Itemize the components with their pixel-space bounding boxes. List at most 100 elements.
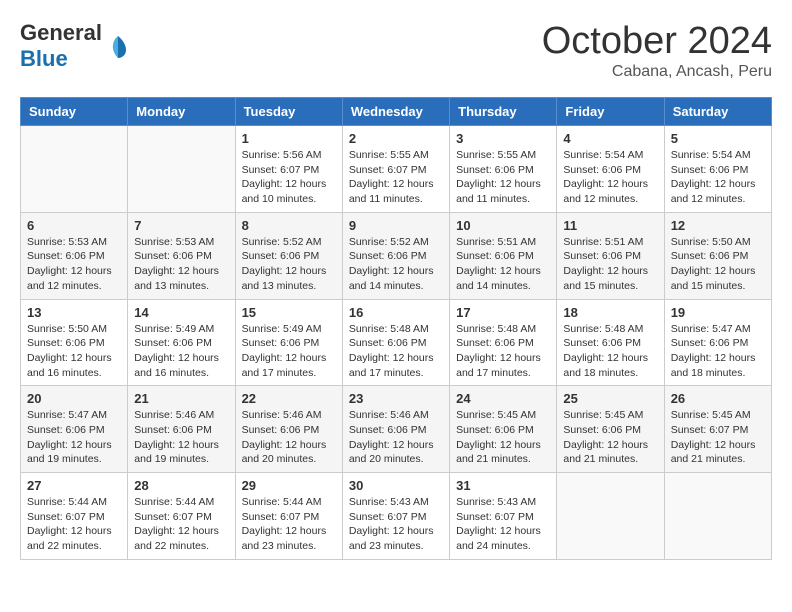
- week-row-5: 27 Sunrise: 5:44 AM Sunset: 6:07 PM Dayli…: [21, 473, 772, 560]
- calendar-cell: 12 Sunrise: 5:50 AM Sunset: 6:06 PM Dayli…: [664, 212, 771, 299]
- day-number: 27: [27, 478, 121, 493]
- day-number: 28: [134, 478, 228, 493]
- day-info: Sunrise: 5:51 AM Sunset: 6:06 PM Dayligh…: [563, 235, 657, 294]
- day-number: 4: [563, 131, 657, 146]
- day-number: 13: [27, 305, 121, 320]
- calendar-cell: 26 Sunrise: 5:45 AM Sunset: 6:07 PM Dayli…: [664, 386, 771, 473]
- day-number: 24: [456, 391, 550, 406]
- weekday-header-tuesday: Tuesday: [235, 98, 342, 126]
- calendar-cell: 20Sunrise: 5:47 AM Sunset: 6:06 PM Dayli…: [21, 386, 128, 473]
- day-number: 5: [671, 131, 765, 146]
- day-info: Sunrise: 5:44 AM Sunset: 6:07 PM Dayligh…: [27, 495, 121, 554]
- day-info: Sunrise: 5:48 AM Sunset: 6:06 PM Dayligh…: [349, 322, 443, 381]
- day-number: 2: [349, 131, 443, 146]
- calendar-cell: 18 Sunrise: 5:48 AM Sunset: 6:06 PM Dayli…: [557, 299, 664, 386]
- day-info: Sunrise: 5:49 AM Sunset: 6:06 PM Dayligh…: [134, 322, 228, 381]
- calendar-cell: 3Sunrise: 5:55 AM Sunset: 6:06 PM Daylig…: [450, 126, 557, 213]
- calendar-cell: 31 Sunrise: 5:43 AM Sunset: 6:07 PM Dayli…: [450, 473, 557, 560]
- week-row-2: 6 Sunrise: 5:53 AM Sunset: 6:06 PM Daylig…: [21, 212, 772, 299]
- day-info: Sunrise: 5:44 AM Sunset: 6:07 PM Dayligh…: [134, 495, 228, 554]
- calendar-cell: 8Sunrise: 5:52 AM Sunset: 6:06 PM Daylig…: [235, 212, 342, 299]
- calendar-cell: 16 Sunrise: 5:48 AM Sunset: 6:06 PM Dayli…: [342, 299, 449, 386]
- day-number: 26: [671, 391, 765, 406]
- calendar-cell: 7 Sunrise: 5:53 AM Sunset: 6:06 PM Daylig…: [128, 212, 235, 299]
- calendar-cell: [128, 126, 235, 213]
- day-info: Sunrise: 5:56 AM Sunset: 6:07 PM Dayligh…: [242, 148, 336, 207]
- day-number: 19: [671, 305, 765, 320]
- day-number: 16: [349, 305, 443, 320]
- day-number: 25: [563, 391, 657, 406]
- calendar-cell: [664, 473, 771, 560]
- logo-blue: Blue: [20, 46, 68, 71]
- day-number: 15: [242, 305, 336, 320]
- week-row-1: 1 Sunrise: 5:56 AM Sunset: 6:07 PM Daylig…: [21, 126, 772, 213]
- location-title: Cabana, Ancash, Peru: [542, 63, 772, 81]
- calendar-cell: 23 Sunrise: 5:46 AM Sunset: 6:06 PM Dayli…: [342, 386, 449, 473]
- day-number: 22: [242, 391, 336, 406]
- day-number: 10: [456, 218, 550, 233]
- day-number: 9: [349, 218, 443, 233]
- day-info: Sunrise: 5:46 AM Sunset: 6:06 PM Dayligh…: [242, 408, 336, 467]
- day-number: 11: [563, 218, 657, 233]
- calendar-cell: 28 Sunrise: 5:44 AM Sunset: 6:07 PM Dayli…: [128, 473, 235, 560]
- day-number: 21: [134, 391, 228, 406]
- day-number: 8: [242, 218, 336, 233]
- calendar-cell: 6 Sunrise: 5:53 AM Sunset: 6:06 PM Daylig…: [21, 212, 128, 299]
- day-info: Sunrise: 5:44 AM Sunset: 6:07 PM Dayligh…: [242, 495, 336, 554]
- day-number: 18: [563, 305, 657, 320]
- day-info: Sunrise: 5:49 AM Sunset: 6:06 PM Dayligh…: [242, 322, 336, 381]
- calendar-cell: 2 Sunrise: 5:55 AM Sunset: 6:07 PM Daylig…: [342, 126, 449, 213]
- title-block: October 2024 Cabana, Ancash, Peru: [542, 20, 772, 81]
- day-number: 23: [349, 391, 443, 406]
- day-number: 14: [134, 305, 228, 320]
- day-info: Sunrise: 5:47 AM Sunset: 6:06 PM Dayligh…: [671, 322, 765, 381]
- day-number: 1: [242, 131, 336, 146]
- calendar-cell: 29Sunrise: 5:44 AM Sunset: 6:07 PM Dayli…: [235, 473, 342, 560]
- day-info: Sunrise: 5:48 AM Sunset: 6:06 PM Dayligh…: [563, 322, 657, 381]
- day-number: 17: [456, 305, 550, 320]
- calendar-cell: 4 Sunrise: 5:54 AM Sunset: 6:06 PM Daylig…: [557, 126, 664, 213]
- calendar-table: SundayMondayTuesdayWednesdayThursdayFrid…: [20, 97, 772, 560]
- day-info: Sunrise: 5:50 AM Sunset: 6:06 PM Dayligh…: [27, 322, 121, 381]
- month-title: October 2024: [542, 20, 772, 63]
- weekday-header-monday: Monday: [128, 98, 235, 126]
- page-header: General Blue October 2024 Cabana, Ancash…: [20, 20, 772, 81]
- calendar-cell: 10Sunrise: 5:51 AM Sunset: 6:06 PM Dayli…: [450, 212, 557, 299]
- calendar-cell: 15 Sunrise: 5:49 AM Sunset: 6:06 PM Dayli…: [235, 299, 342, 386]
- week-row-4: 20Sunrise: 5:47 AM Sunset: 6:06 PM Dayli…: [21, 386, 772, 473]
- day-number: 12: [671, 218, 765, 233]
- logo-icon: [104, 32, 132, 60]
- day-info: Sunrise: 5:47 AM Sunset: 6:06 PM Dayligh…: [27, 408, 121, 467]
- day-info: Sunrise: 5:45 AM Sunset: 6:06 PM Dayligh…: [456, 408, 550, 467]
- calendar-cell: 1 Sunrise: 5:56 AM Sunset: 6:07 PM Daylig…: [235, 126, 342, 213]
- day-number: 7: [134, 218, 228, 233]
- calendar-cell: 19 Sunrise: 5:47 AM Sunset: 6:06 PM Dayli…: [664, 299, 771, 386]
- calendar-cell: 13 Sunrise: 5:50 AM Sunset: 6:06 PM Dayli…: [21, 299, 128, 386]
- calendar-cell: [21, 126, 128, 213]
- calendar-cell: 27 Sunrise: 5:44 AM Sunset: 6:07 PM Dayli…: [21, 473, 128, 560]
- day-info: Sunrise: 5:54 AM Sunset: 6:06 PM Dayligh…: [563, 148, 657, 207]
- calendar-cell: 11 Sunrise: 5:51 AM Sunset: 6:06 PM Dayli…: [557, 212, 664, 299]
- day-info: Sunrise: 5:48 AM Sunset: 6:06 PM Dayligh…: [456, 322, 550, 381]
- calendar-cell: 30Sunrise: 5:43 AM Sunset: 6:07 PM Dayli…: [342, 473, 449, 560]
- calendar-cell: 24 Sunrise: 5:45 AM Sunset: 6:06 PM Dayli…: [450, 386, 557, 473]
- calendar-cell: [557, 473, 664, 560]
- logo-general: General: [20, 20, 102, 45]
- calendar-cell: 25Sunrise: 5:45 AM Sunset: 6:06 PM Dayli…: [557, 386, 664, 473]
- day-number: 31: [456, 478, 550, 493]
- logo: General Blue: [20, 20, 132, 72]
- calendar-cell: 21Sunrise: 5:46 AM Sunset: 6:06 PM Dayli…: [128, 386, 235, 473]
- day-info: Sunrise: 5:53 AM Sunset: 6:06 PM Dayligh…: [134, 235, 228, 294]
- day-info: Sunrise: 5:45 AM Sunset: 6:07 PM Dayligh…: [671, 408, 765, 467]
- day-info: Sunrise: 5:53 AM Sunset: 6:06 PM Dayligh…: [27, 235, 121, 294]
- weekday-header-wednesday: Wednesday: [342, 98, 449, 126]
- calendar-cell: 9Sunrise: 5:52 AM Sunset: 6:06 PM Daylig…: [342, 212, 449, 299]
- day-info: Sunrise: 5:50 AM Sunset: 6:06 PM Dayligh…: [671, 235, 765, 294]
- day-number: 6: [27, 218, 121, 233]
- day-info: Sunrise: 5:55 AM Sunset: 6:07 PM Dayligh…: [349, 148, 443, 207]
- weekday-header-sunday: Sunday: [21, 98, 128, 126]
- calendar-cell: 22 Sunrise: 5:46 AM Sunset: 6:06 PM Dayli…: [235, 386, 342, 473]
- day-info: Sunrise: 5:46 AM Sunset: 6:06 PM Dayligh…: [349, 408, 443, 467]
- weekday-header-friday: Friday: [557, 98, 664, 126]
- day-info: Sunrise: 5:43 AM Sunset: 6:07 PM Dayligh…: [456, 495, 550, 554]
